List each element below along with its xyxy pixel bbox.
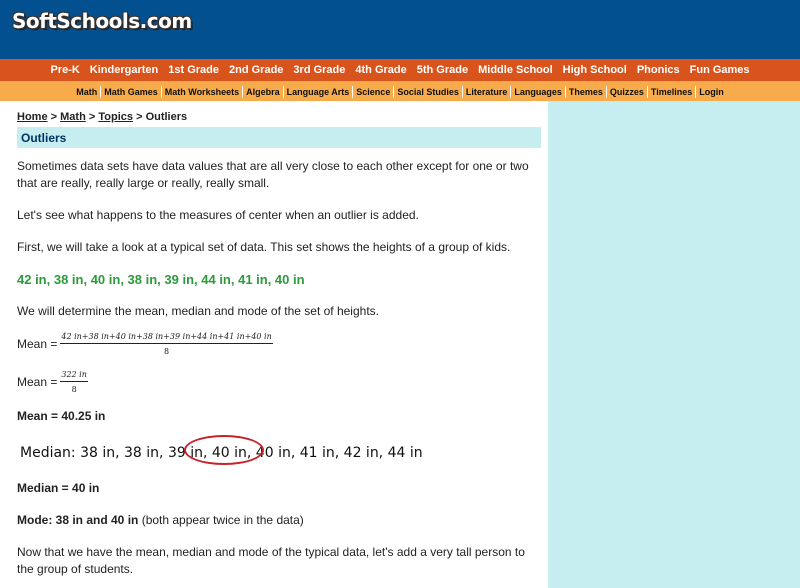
nav-science[interactable]: Science xyxy=(352,85,393,98)
page-title: Outliers xyxy=(21,130,67,145)
tall-person-paragraph: Now that we have the mean, median and mo… xyxy=(17,545,525,576)
nav-2nd-grade[interactable]: 2nd Grade xyxy=(229,64,283,76)
mode-bold: Mode: 38 in and 40 in xyxy=(17,513,139,527)
nav-fun-games[interactable]: Fun Games xyxy=(690,64,750,76)
outlier-paragraph: Let's see what happens to the measures o… xyxy=(17,208,419,222)
mean-sum-fraction: 322 in 8 xyxy=(60,370,88,394)
mean-fraction: 42 in+38 in+40 in+38 in+39 in+44 in+41 i… xyxy=(60,332,273,356)
nav-phonics[interactable]: Phonics xyxy=(637,64,680,76)
mode-rest: (both appear twice in the data) xyxy=(138,513,304,527)
mean-label: Mean = xyxy=(17,337,58,351)
mean-numerator: 42 in+38 in+40 in+38 in+39 in+44 in+41 i… xyxy=(60,332,273,344)
mean-label: Mean = xyxy=(17,375,58,389)
nav-themes[interactable]: Themes xyxy=(564,85,606,98)
mean-sum-row: Mean = 322 in 8 xyxy=(17,370,541,394)
typical-set-paragraph: First, we will take a look at a typical … xyxy=(17,240,511,254)
nav-3rd-grade[interactable]: 3rd Grade xyxy=(293,64,345,76)
nav-1st-grade[interactable]: 1st Grade xyxy=(168,64,219,76)
nav-math-games[interactable]: Math Games xyxy=(100,85,161,98)
nav-timelines[interactable]: Timelines xyxy=(646,85,695,98)
median-before: Median: 38 in, 38 in, 39 in, xyxy=(20,445,208,461)
site-logo[interactable]: SoftSchools.com xyxy=(12,9,192,33)
nav-kindergarten[interactable]: Kindergarten xyxy=(90,64,158,76)
breadcrumb-separator: > xyxy=(50,111,58,123)
nav-quizzes[interactable]: Quizzes xyxy=(605,85,647,98)
mean-sum-numerator: 322 in xyxy=(60,370,88,382)
breadcrumb-home[interactable]: Home xyxy=(17,111,48,123)
median-result: Median = 40 in xyxy=(17,481,100,495)
site-header: SoftSchools.com xyxy=(0,0,800,59)
nav-login[interactable]: Login xyxy=(695,85,727,98)
mean-sum-denominator: 8 xyxy=(71,385,77,394)
nav-middle-school[interactable]: Middle School xyxy=(478,64,553,76)
nav-pre-k[interactable]: Pre-K xyxy=(50,64,79,76)
page-title-bar: Outliers xyxy=(17,127,541,148)
breadcrumb-separator: > xyxy=(88,111,96,123)
nav-5th-grade[interactable]: 5th Grade xyxy=(417,64,468,76)
mode-result: Mode: 38 in and 40 in (both appear twice… xyxy=(17,512,541,529)
right-sidebar xyxy=(548,101,800,588)
nav-literature[interactable]: Literature xyxy=(461,85,511,98)
mean-formula-row: Mean = 42 in+38 in+40 in+38 in+39 in+44 … xyxy=(17,332,541,356)
median-highlight-circle xyxy=(184,435,264,465)
nav-social-studies[interactable]: Social Studies xyxy=(393,85,462,98)
breadcrumb-current: Outliers xyxy=(145,111,188,123)
breadcrumb-topics[interactable]: Topics xyxy=(98,111,133,123)
mean-denominator: 8 xyxy=(164,347,170,356)
median-after: 41 in, 42 in, 44 in xyxy=(295,445,423,461)
nav-4th-grade[interactable]: 4th Grade xyxy=(355,64,406,76)
intro-paragraph: Sometimes data sets have data values tha… xyxy=(17,159,529,190)
mean-result: Mean = 40.25 in xyxy=(17,409,106,423)
breadcrumb: Home > Math > Topics > Outliers xyxy=(17,111,541,123)
nav-math-worksheets[interactable]: Math Worksheets xyxy=(160,85,242,98)
grade-nav: Pre-K Kindergarten 1st Grade 2nd Grade 3… xyxy=(0,59,800,82)
breadcrumb-math[interactable]: Math xyxy=(60,111,86,123)
breadcrumb-separator: > xyxy=(136,111,143,123)
median-list: Median: 38 in, 38 in, 39 in, 40 in, 40 i… xyxy=(17,435,541,465)
nav-languages[interactable]: Languages xyxy=(510,85,565,98)
nav-high-school[interactable]: High School xyxy=(563,64,627,76)
nav-math[interactable]: Math xyxy=(73,86,100,98)
data-set-values: 42 in, 38 in, 40 in, 38 in, 39 in, 44 in… xyxy=(17,272,305,287)
nav-algebra[interactable]: Algebra xyxy=(242,85,283,98)
determine-paragraph: We will determine the mean, median and m… xyxy=(17,304,379,318)
subject-nav: Math Math Games Math Worksheets Algebra … xyxy=(0,82,800,101)
nav-language-arts[interactable]: Language Arts xyxy=(282,85,353,98)
main-content: Home > Math > Topics > Outliers Outliers… xyxy=(17,101,541,588)
